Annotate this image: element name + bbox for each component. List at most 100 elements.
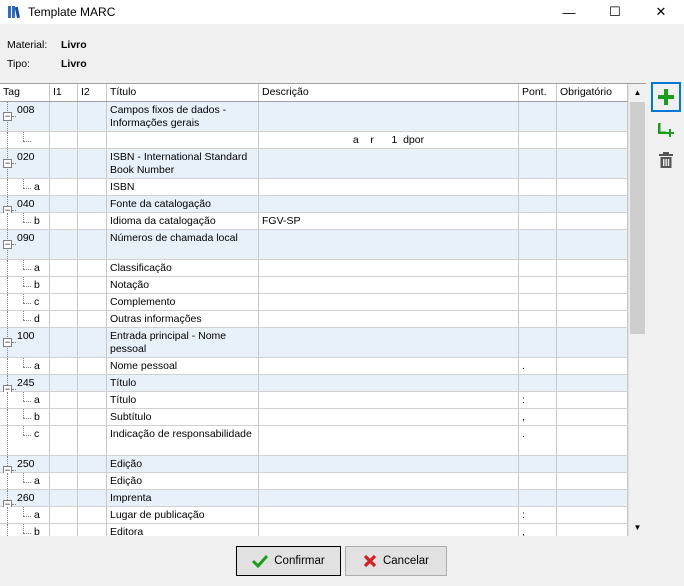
scroll-up-icon[interactable]: ▲	[629, 84, 646, 101]
pont-cell[interactable]	[519, 149, 557, 178]
field-row[interactable]: −250 Edição	[0, 456, 628, 475]
field-row[interactable]: −090 Números de chamada local	[0, 230, 628, 260]
obrig-cell[interactable]	[557, 102, 628, 131]
field-row[interactable]: −020 ISBN - International Standard Book N…	[0, 149, 628, 179]
tag-cell[interactable]: −008	[0, 102, 50, 131]
pont-cell[interactable]: .	[519, 358, 557, 374]
obrig-cell[interactable]	[557, 196, 628, 212]
tag-cell[interactable]: a	[0, 392, 50, 408]
i2-cell[interactable]	[78, 230, 107, 259]
pont-cell[interactable]	[519, 311, 557, 327]
subfield-row[interactable]: a ISBN	[0, 179, 628, 196]
obrig-cell[interactable]	[557, 132, 628, 148]
col-header-tag[interactable]: Tag	[0, 84, 50, 101]
tag-cell[interactable]: −245	[0, 375, 50, 394]
vertical-scrollbar[interactable]: ▲ ▼	[628, 84, 646, 536]
titulo-cell[interactable]: Edição	[107, 456, 259, 472]
i2-cell[interactable]	[78, 260, 107, 276]
descricao-cell[interactable]	[259, 456, 519, 472]
tag-cell[interactable]: −040	[0, 196, 50, 215]
col-header-i1[interactable]: I1	[50, 84, 78, 101]
i2-cell[interactable]	[78, 132, 107, 148]
i1-cell[interactable]	[50, 375, 78, 391]
add-subfield-button[interactable]	[651, 114, 681, 144]
i2-cell[interactable]	[78, 426, 107, 455]
col-header-descricao[interactable]: Descrição	[259, 84, 519, 101]
i2-cell[interactable]	[78, 149, 107, 178]
pont-cell[interactable]	[519, 456, 557, 472]
subfield-row[interactable]: b Editora,	[0, 524, 628, 536]
i1-cell[interactable]	[50, 392, 78, 408]
i2-cell[interactable]	[78, 311, 107, 327]
obrig-cell[interactable]	[557, 473, 628, 489]
tag-cell[interactable]: b	[0, 524, 50, 536]
titulo-cell[interactable]: ISBN - International Standard Book Numbe…	[107, 149, 259, 178]
i1-cell[interactable]	[50, 328, 78, 357]
i1-cell[interactable]	[50, 179, 78, 195]
obrig-cell[interactable]	[557, 524, 628, 536]
i1-cell[interactable]	[50, 230, 78, 259]
i2-cell[interactable]	[78, 456, 107, 472]
i2-cell[interactable]	[78, 392, 107, 408]
i2-cell[interactable]	[78, 196, 107, 212]
obrig-cell[interactable]	[557, 426, 628, 455]
titulo-cell[interactable]: ISBN	[107, 179, 259, 195]
pont-cell[interactable]	[519, 260, 557, 276]
pont-cell[interactable]	[519, 375, 557, 391]
i2-cell[interactable]	[78, 490, 107, 506]
descricao-cell[interactable]	[259, 196, 519, 212]
descricao-cell[interactable]	[259, 375, 519, 391]
descricao-cell[interactable]	[259, 260, 519, 276]
descricao-cell[interactable]	[259, 102, 519, 131]
subfield-row[interactable]: c Complemento	[0, 294, 628, 311]
obrig-cell[interactable]	[557, 392, 628, 408]
obrig-cell[interactable]	[557, 375, 628, 391]
close-button[interactable]: ✕	[638, 0, 684, 24]
field-row[interactable]: −008 Campos fixos de dados - Informações …	[0, 102, 628, 132]
tag-cell[interactable]: c	[0, 294, 50, 310]
i1-cell[interactable]	[50, 132, 78, 148]
i1-cell[interactable]	[50, 507, 78, 523]
i1-cell[interactable]	[50, 426, 78, 455]
pont-cell[interactable]	[519, 213, 557, 229]
maximize-button[interactable]: ☐	[592, 0, 638, 24]
pont-cell[interactable]	[519, 230, 557, 259]
descricao-cell[interactable]	[259, 358, 519, 374]
collapse-icon[interactable]: −	[3, 159, 12, 168]
obrig-cell[interactable]	[557, 230, 628, 259]
i1-cell[interactable]	[50, 102, 78, 131]
field-row[interactable]: −245 Título	[0, 375, 628, 394]
tag-cell[interactable]: a	[0, 260, 50, 276]
col-header-pont[interactable]: Pont.	[519, 84, 557, 101]
subfield-row[interactable]: a Classificação	[0, 260, 628, 277]
i2-cell[interactable]	[78, 277, 107, 293]
descricao-cell[interactable]: FGV-SP	[259, 213, 519, 229]
descricao-cell[interactable]	[259, 426, 519, 455]
i1-cell[interactable]	[50, 213, 78, 229]
i2-cell[interactable]	[78, 473, 107, 489]
pont-cell[interactable]: .	[519, 426, 557, 455]
i2-cell[interactable]	[78, 507, 107, 523]
titulo-cell[interactable]: Indicação de responsabilidade	[107, 426, 259, 455]
titulo-cell[interactable]: Nome pessoal	[107, 358, 259, 374]
tag-cell[interactable]: −260	[0, 490, 50, 509]
descricao-cell[interactable]	[259, 473, 519, 489]
tag-cell[interactable]: b	[0, 409, 50, 425]
subfield-row[interactable]: a Nome pessoal.	[0, 358, 628, 375]
descricao-cell[interactable]	[259, 328, 519, 357]
subfield-row[interactable]: a Título:	[0, 392, 628, 409]
obrig-cell[interactable]	[557, 456, 628, 472]
obrig-cell[interactable]	[557, 149, 628, 178]
subfield-row[interactable]: c Indicação de responsabilidade.	[0, 426, 628, 456]
titulo-cell[interactable]: Subtítulo	[107, 409, 259, 425]
obrig-cell[interactable]	[557, 260, 628, 276]
descricao-cell[interactable]	[259, 392, 519, 408]
field-row[interactable]: −260 Imprenta	[0, 490, 628, 509]
tag-cell[interactable]: −250	[0, 456, 50, 475]
titulo-cell[interactable]: Números de chamada local	[107, 230, 259, 259]
tag-cell[interactable]: a	[0, 507, 50, 523]
subfield-row[interactable]: b Notação	[0, 277, 628, 294]
descricao-cell[interactable]	[259, 277, 519, 293]
titulo-cell[interactable]: Outras informações	[107, 311, 259, 327]
descricao-cell[interactable]	[259, 409, 519, 425]
